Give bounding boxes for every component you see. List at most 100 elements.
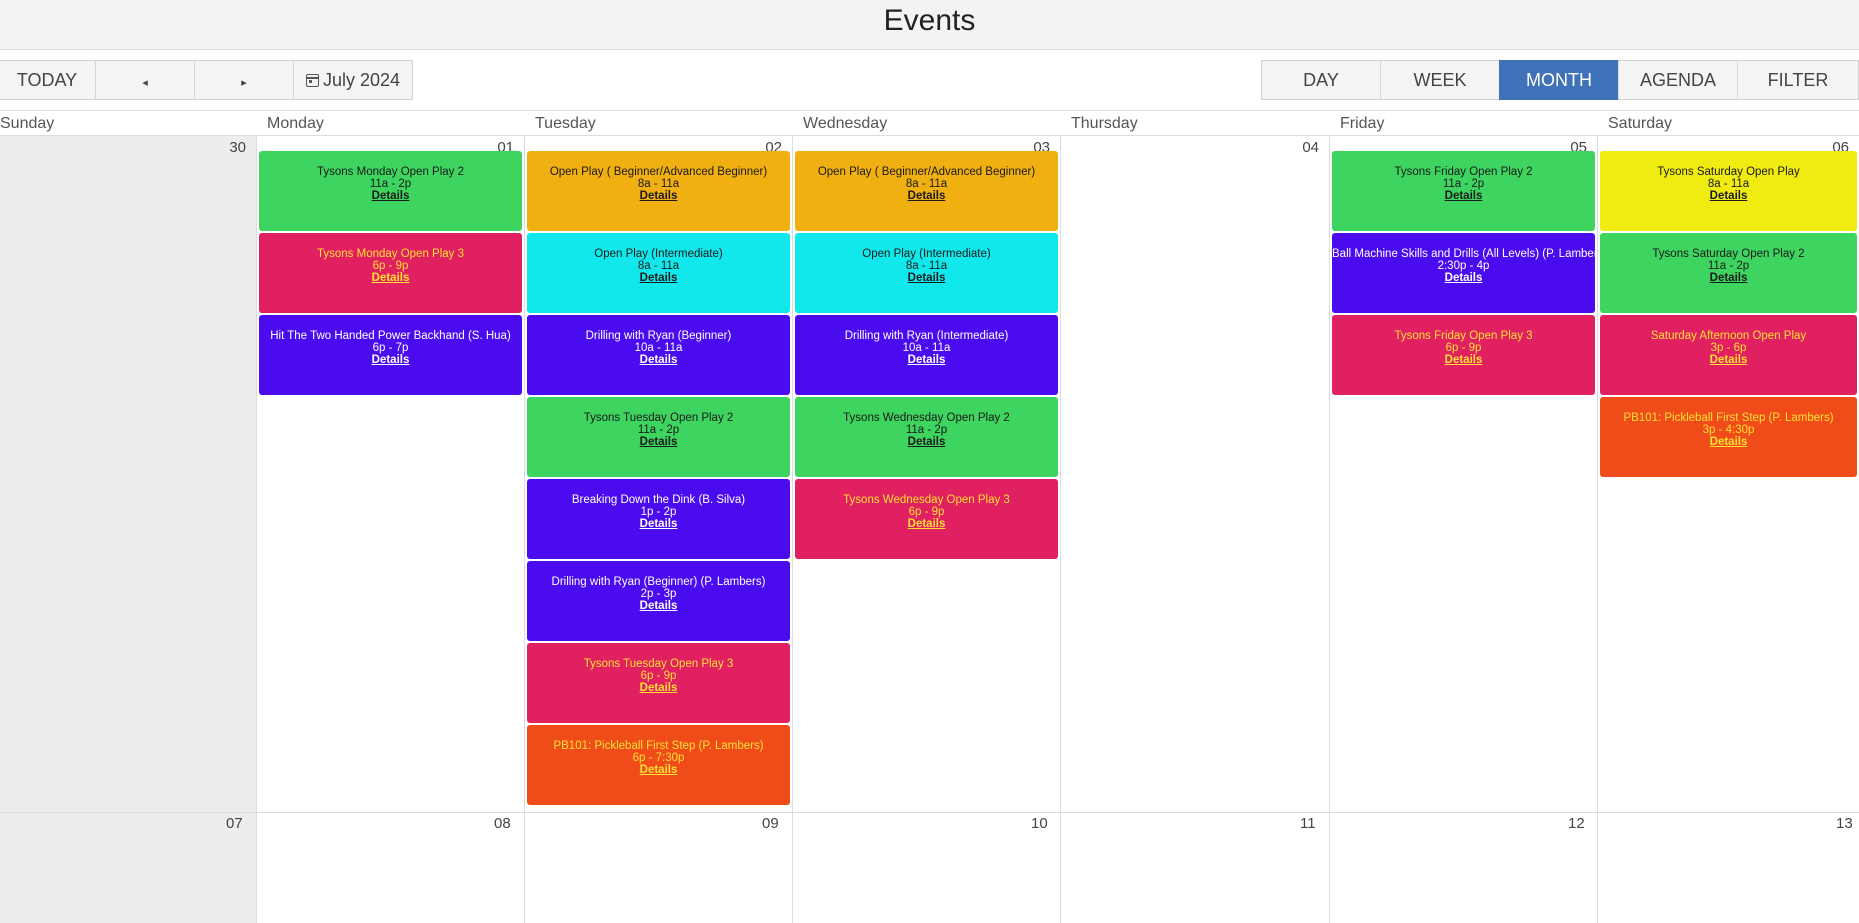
event-card[interactable]: Open Play ( Beginner/Advanced Beginner) 8… — [527, 151, 790, 231]
event-card[interactable]: Tysons Monday Open Play 2 11a - 2p Details — [259, 151, 522, 231]
event-title: Tysons Monday Open Play 3 — [316, 248, 465, 260]
event-title: Tysons Saturday Open Play 2 — [1652, 248, 1805, 260]
event-title: Tysons Tuesday Open Play 2 — [583, 412, 734, 424]
event-time: 1p - 2p — [640, 506, 677, 518]
view-week-button[interactable]: WEEK — [1380, 60, 1500, 100]
event-title: Drilling with Ryan (Beginner) (P. Lamber… — [551, 576, 766, 588]
event-card[interactable]: Hit The Two Handed Power Backhand (S. Hu… — [259, 315, 522, 395]
event-details-link[interactable]: Details — [795, 354, 1058, 366]
event-title: Hit The Two Handed Power Backhand (S. Hu… — [270, 330, 511, 342]
event-title: Open Play (Intermediate) — [594, 248, 723, 260]
event-title: Open Play ( Beginner/Advanced Beginner) — [817, 166, 1036, 178]
event-title: Tysons Saturday Open Play — [1657, 166, 1800, 178]
event-details-link[interactable]: Details — [1332, 190, 1595, 202]
event-card[interactable]: Tysons Tuesday Open Play 2 11a - 2p Detail… — [527, 397, 790, 477]
event-details-link[interactable]: Details — [1600, 272, 1857, 284]
event-time: 8a - 11a — [905, 260, 948, 272]
event-details-link[interactable]: Details — [527, 600, 790, 612]
event-time: 11a - 2p — [1707, 260, 1750, 272]
day-cell[interactable]: 01 Tysons Monday Open Play 2 11a - 2p Deta… — [256, 136, 524, 923]
event-details-link[interactable]: Details — [1600, 354, 1857, 366]
event-card[interactable]: Tysons Wednesday Open Play 2 11a - 2p Deta… — [795, 397, 1058, 477]
prev-month-button[interactable]: ◂ — [95, 60, 195, 100]
weekday-header-saturday: Saturday — [1597, 110, 1859, 136]
event-details-link[interactable]: Details — [259, 190, 522, 202]
event-card[interactable]: Ball Machine Skills and Drills (All Leve… — [1332, 233, 1607, 313]
day-cell[interactable]: 03 Open Play ( Beginner/Advanced Beginne… — [792, 136, 1060, 923]
view-month-button[interactable]: MONTH — [1499, 60, 1619, 100]
page-title: Events — [0, 0, 1859, 50]
event-details-link[interactable]: Details — [527, 354, 790, 366]
view-day-button[interactable]: DAY — [1261, 60, 1381, 100]
event-details-link[interactable]: Details — [1332, 272, 1595, 284]
event-card[interactable]: Tysons Monday Open Play 3 6p - 9p Details — [259, 233, 522, 313]
event-details-link[interactable]: Details — [1600, 436, 1857, 448]
event-title: Open Play (Intermediate) — [862, 248, 991, 260]
event-card[interactable]: Open Play (Intermediate) 8a - 11a Details — [527, 233, 790, 313]
today-button[interactable]: TODAY — [0, 60, 96, 100]
event-card[interactable]: Tysons Friday Open Play 2 11a - 2p Details — [1332, 151, 1595, 231]
event-card[interactable]: Tysons Wednesday Open Play 3 6p - 9p Detai… — [795, 479, 1058, 559]
event-card[interactable]: Open Play (Intermediate) 8a - 11a Details — [795, 233, 1058, 313]
event-title: Tysons Friday Open Play 3 — [1394, 330, 1533, 342]
event-details-link[interactable]: Details — [527, 436, 790, 448]
event-details-link[interactable]: Details — [795, 272, 1058, 284]
week-divider — [0, 812, 1859, 813]
event-card[interactable]: PB101: Pickleball First Step (P. Lambers… — [1600, 397, 1857, 477]
date-number: 30 — [229, 139, 246, 156]
event-title: Breaking Down the Dink (B. Silva) — [571, 494, 746, 506]
event-card[interactable]: Saturday Afternoon Open Play 3p - 6p Detai… — [1600, 315, 1857, 395]
event-card[interactable]: Tysons Saturday Open Play 8a - 11a Details — [1600, 151, 1857, 231]
event-title: Drilling with Ryan (Beginner) — [585, 330, 732, 342]
weekday-header-sunday: Sunday — [0, 110, 256, 136]
event-details-link[interactable]: Details — [527, 272, 790, 284]
event-details-link[interactable]: Details — [1332, 354, 1595, 366]
event-details-link[interactable]: Details — [795, 518, 1058, 530]
day-cell[interactable]: 05 Tysons Friday Open Play 2 11a - 2p Deta… — [1329, 136, 1607, 923]
event-title: Tysons Tuesday Open Play 3 — [583, 658, 734, 670]
month-label: July 2024 — [322, 70, 401, 90]
event-details-link[interactable]: Details — [1600, 190, 1857, 202]
event-time: 8a - 11a — [905, 178, 948, 190]
date-number: 10 — [1031, 815, 1048, 832]
event-details-link[interactable]: Details — [259, 354, 522, 366]
event-title: Tysons Monday Open Play 2 — [316, 166, 465, 178]
month-picker-button[interactable]: July 2024 — [293, 60, 413, 100]
event-card[interactable]: Drilling with Ryan (Beginner) (P. Lamber… — [527, 561, 790, 641]
next-month-button[interactable]: ▸ — [194, 60, 294, 100]
event-card[interactable]: Tysons Saturday Open Play 2 11a - 2p Detai… — [1600, 233, 1857, 313]
caret-right-icon: ▸ — [241, 77, 247, 89]
event-card[interactable]: Tysons Friday Open Play 3 6p - 9p Details — [1332, 315, 1595, 395]
event-details-link[interactable]: Details — [795, 190, 1058, 202]
view-agenda-button[interactable]: AGENDA — [1618, 60, 1738, 100]
day-cell[interactable]: 02 Open Play ( Beginner/Advanced Beginne… — [524, 136, 792, 923]
event-time: 11a - 2p — [369, 178, 412, 190]
filter-button[interactable]: FILTER — [1737, 60, 1859, 100]
date-number: 12 — [1568, 815, 1585, 832]
event-card[interactable]: Breaking Down the Dink (B. Silva) 1p - 2p… — [527, 479, 790, 559]
event-card[interactable]: Tysons Tuesday Open Play 3 6p - 9p Details — [527, 643, 790, 723]
event-time: 8a - 11a — [637, 260, 680, 272]
event-details-link[interactable]: Details — [527, 682, 790, 694]
event-card[interactable]: Drilling with Ryan (Intermediate) 10a - 1… — [795, 315, 1058, 395]
event-card[interactable]: Open Play ( Beginner/Advanced Beginner) 8… — [795, 151, 1058, 231]
event-title: PB101: Pickleball First Step (P. Lambers… — [1623, 412, 1834, 424]
weekday-header-wednesday: Wednesday — [792, 110, 1060, 136]
event-card[interactable]: Drilling with Ryan (Beginner) 10a - 11a De… — [527, 315, 790, 395]
event-details-link[interactable]: Details — [795, 436, 1058, 448]
event-time: 6p - 7:30p — [632, 752, 685, 764]
day-cell[interactable]: 30 — [0, 136, 256, 923]
event-details-link[interactable]: Details — [527, 190, 790, 202]
event-details-link[interactable]: Details — [259, 272, 522, 284]
event-details-link[interactable]: Details — [527, 518, 790, 530]
event-time: 8a - 11a — [637, 178, 680, 190]
event-time: 6p - 9p — [640, 670, 677, 682]
caret-left-icon: ◂ — [142, 77, 148, 89]
event-time: 6p - 9p — [908, 506, 945, 518]
event-details-link[interactable]: Details — [527, 764, 790, 776]
date-number: 07 — [226, 815, 243, 832]
day-cell[interactable]: 04 — [1060, 136, 1329, 923]
day-cell[interactable]: 06 Tysons Saturday Open Play 8a - 11a Deta… — [1597, 136, 1859, 923]
event-card[interactable]: PB101: Pickleball First Step (P. Lambers… — [527, 725, 790, 805]
event-time: 11a - 2p — [637, 424, 680, 436]
